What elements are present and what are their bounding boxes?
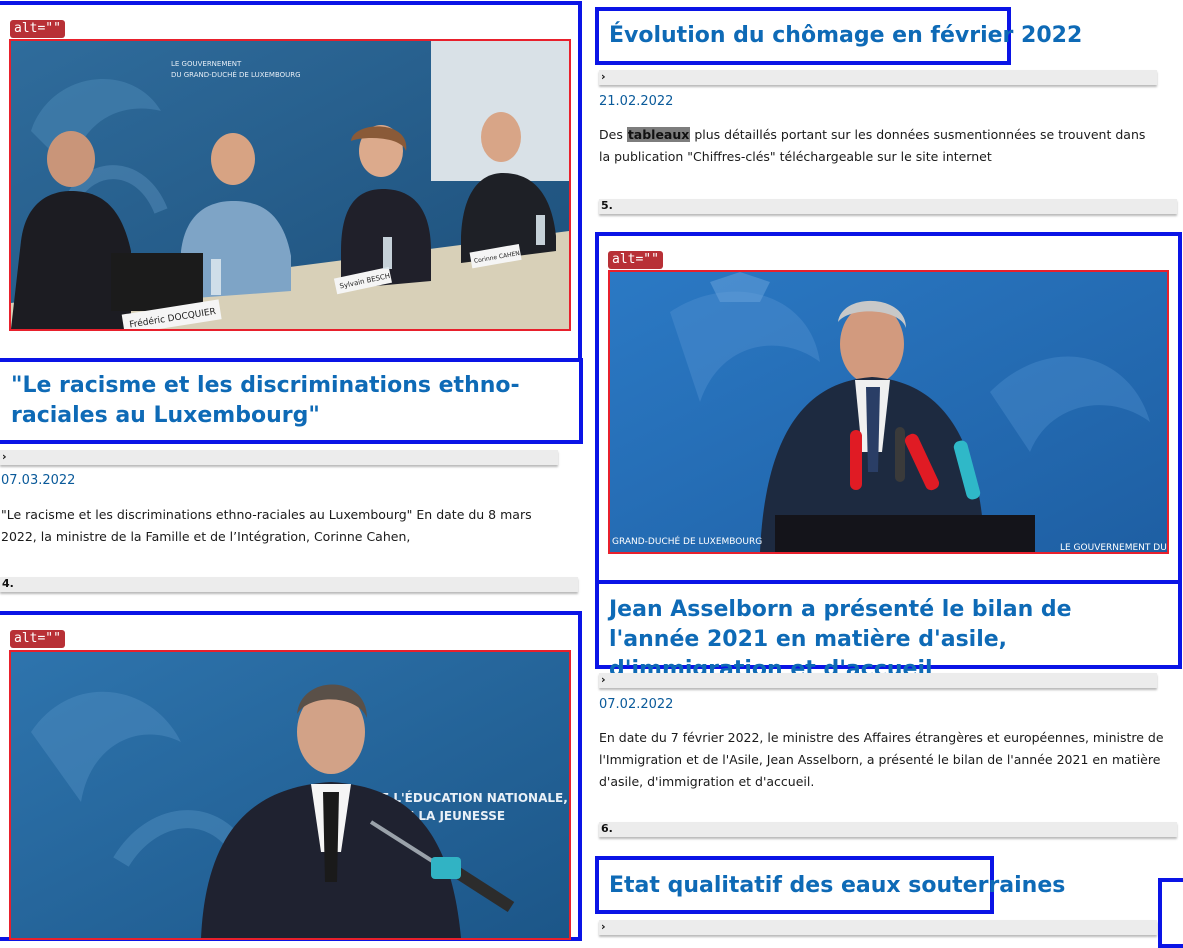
alt-badge-3: alt=""	[10, 630, 65, 648]
article-excerpt-4: "Le racisme et les discriminations ethno…	[1, 507, 532, 544]
article-image-asselborn[interactable]: GRAND-DUCHÉ DE LUXEMBOURG LE GOUVERNEMEN…	[608, 270, 1169, 554]
article-date-5: 21.02.2022	[599, 94, 674, 109]
article-excerpt-5: Des tableaux plus détaillés portant sur …	[599, 124, 1159, 168]
article-toggle-6[interactable]: ›	[599, 673, 1157, 688]
backdrop-text-line2: DU GRAND-DUCHÉ DE LUXEMBOURG	[171, 70, 301, 79]
article-image-press-conference[interactable]: LE GOUVERNEMENT DU GRAND-DUCHÉ DE LUXEMB…	[9, 39, 571, 331]
alt-badge-1: alt=""	[10, 20, 65, 38]
article-number-4: 4.	[0, 577, 578, 592]
image-annotation-box-partial	[1158, 878, 1183, 948]
search-highlight: tableaux	[626, 127, 691, 142]
article-number-6: 6.	[599, 822, 1177, 837]
backdrop-caption-right: LE GOUVERNEMENT DU	[1060, 543, 1167, 552]
article-number-5: 5.	[599, 199, 1177, 214]
backdrop-text-line1: LE GOUVERNEMENT	[171, 60, 242, 68]
article-toggle-4[interactable]: ›	[0, 450, 558, 465]
article-toggle-5[interactable]: ›	[599, 70, 1157, 85]
article-title-7[interactable]: Etat qualitatif des eaux souterraines	[609, 871, 1065, 901]
article-excerpt-6: En date du 7 février 2022, le ministre d…	[599, 730, 1164, 789]
article-title-6[interactable]: Jean Asselborn a présenté le bilan de l'…	[609, 595, 1169, 685]
article-toggle-7[interactable]: ›	[599, 920, 1157, 935]
backdrop-caption-left: GRAND-DUCHÉ DE LUXEMBOURG	[612, 535, 762, 547]
alt-badge-2: alt=""	[608, 251, 663, 269]
article-title-5[interactable]: Évolution du chômage en février 2022	[609, 21, 1082, 51]
excerpt-5-before: Des	[599, 127, 627, 142]
article-image-minister-speech[interactable]: DE L'ÉDUCATION NATIONALE, DE LA JEUNESSE	[9, 650, 571, 940]
article-date-4: 07.03.2022	[1, 473, 76, 488]
article-title-4[interactable]: "Le racisme et les discriminations ethno…	[11, 371, 571, 431]
article-date-6: 07.02.2022	[599, 697, 674, 712]
